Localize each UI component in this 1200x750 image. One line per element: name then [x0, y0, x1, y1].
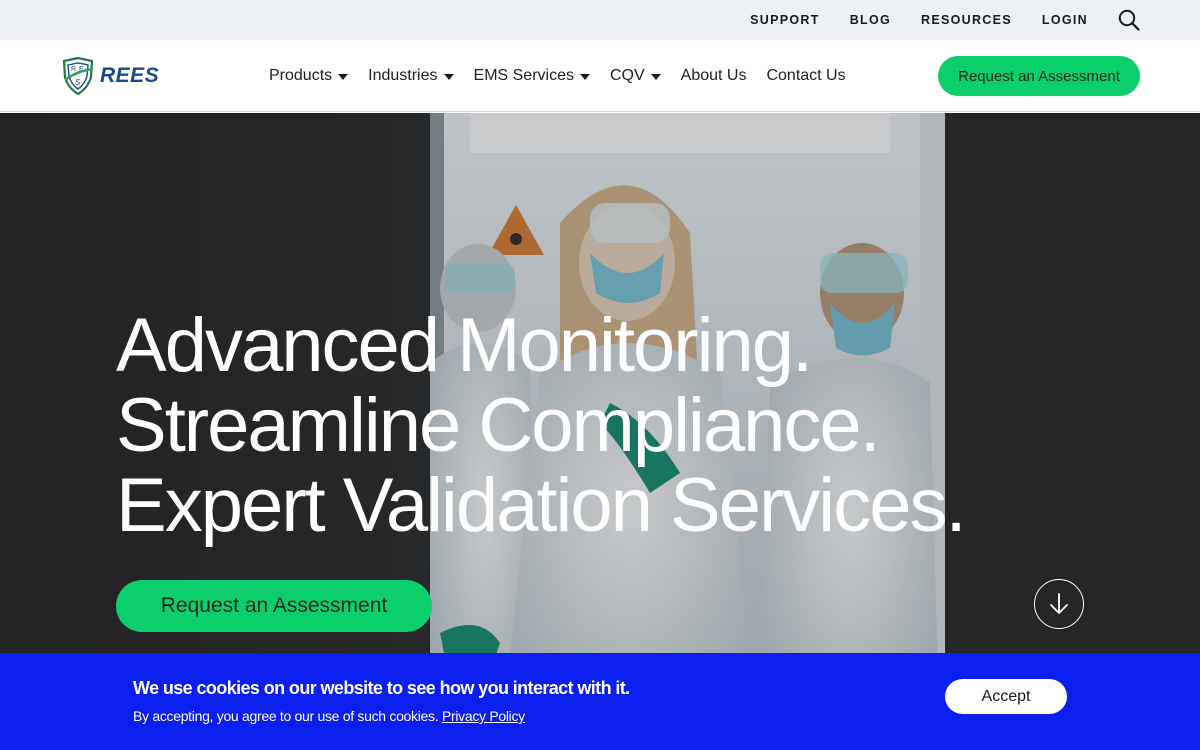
cookie-text-body: By accepting, you agree to our use of su…: [133, 708, 439, 724]
resources-link[interactable]: RESOURCES: [921, 13, 1012, 27]
hero-request-assessment-button[interactable]: Request an Assessment: [116, 580, 432, 632]
nav-ems-services[interactable]: EMS Services: [474, 67, 590, 85]
svg-text:E: E: [79, 66, 84, 73]
cookie-text: By accepting, you agree to our use of su…: [133, 708, 525, 724]
nav-contact-us[interactable]: Contact Us: [766, 67, 845, 85]
cookie-title: We use cookies on our website to see how…: [133, 678, 630, 698]
nav-industries-label: Industries: [368, 67, 438, 84]
hero-title-line-2: Streamline Compliance.: [116, 383, 881, 468]
caret-down-icon: [579, 74, 590, 80]
scroll-down-button[interactable]: [1034, 579, 1084, 629]
utility-bar: SUPPORT BLOG RESOURCES LOGIN: [0, 0, 1200, 40]
nav-products[interactable]: Products: [269, 67, 349, 85]
hero-title-line-1: Advanced Monitoring.: [116, 303, 813, 388]
main-nav: R E S REES Products Industries EMS Servi…: [0, 40, 1200, 112]
logo-text: REES: [100, 64, 160, 87]
accept-cookies-button[interactable]: Accept: [945, 679, 1067, 714]
support-link[interactable]: SUPPORT: [750, 13, 820, 27]
shield-logo-icon: R E S: [62, 57, 94, 95]
nav-ems-services-label: EMS Services: [473, 67, 574, 84]
blog-link[interactable]: BLOG: [850, 13, 891, 27]
primary-nav: Products Industries EMS Services CQV Abo…: [269, 40, 866, 112]
search-icon[interactable]: [1118, 9, 1140, 31]
arrow-down-icon: [1050, 593, 1068, 614]
nav-cqv-label: CQV: [609, 67, 645, 84]
hero-title: Advanced Monitoring. Streamline Complian…: [116, 303, 967, 548]
svg-text:S: S: [75, 78, 81, 87]
nav-about-us-label: About Us: [680, 67, 747, 84]
hero-title-line-3: Expert Validation Services.: [116, 463, 967, 548]
login-link[interactable]: LOGIN: [1042, 13, 1088, 27]
cookie-banner: We use cookies on our website to see how…: [0, 653, 1200, 750]
privacy-policy-link[interactable]: Privacy Policy: [442, 708, 525, 724]
caret-down-icon: [443, 74, 454, 80]
nav-cqv[interactable]: CQV: [610, 67, 661, 85]
nav-contact-us-label: Contact Us: [766, 67, 846, 84]
caret-down-icon: [650, 74, 661, 80]
nav-about-us[interactable]: About Us: [681, 67, 747, 85]
logo[interactable]: R E S REES: [60, 57, 159, 95]
caret-down-icon: [338, 74, 349, 80]
nav-industries[interactable]: Industries: [368, 67, 454, 85]
request-assessment-button[interactable]: Request an Assessment: [938, 56, 1140, 96]
nav-products-label: Products: [269, 67, 333, 84]
svg-text:R: R: [71, 66, 76, 73]
